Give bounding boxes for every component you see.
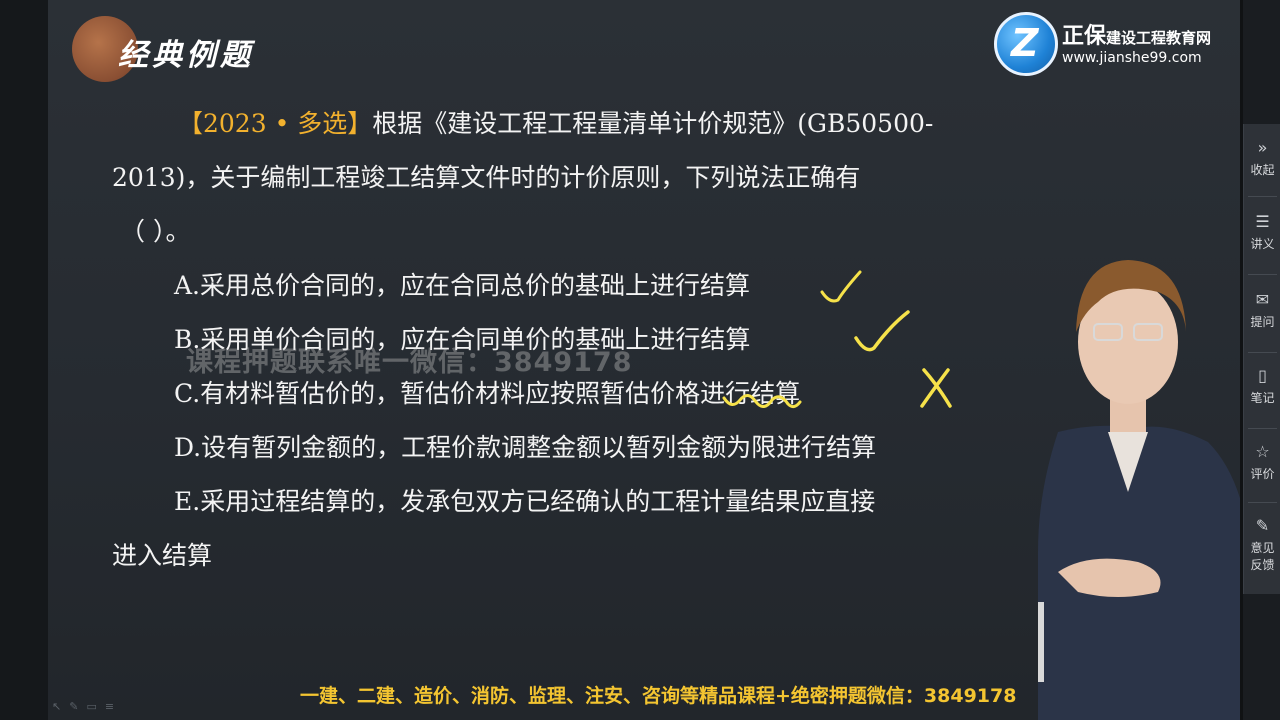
list-icon: ☰ (1255, 212, 1270, 231)
video-stage[interactable]: 经典例题 Z 正保建设工程教育网 www.jianshe99.com 【2023… (48, 0, 1240, 720)
underline-mark-c (722, 394, 802, 409)
check-mark-b (854, 310, 910, 352)
sidebar-label: 提问 (1250, 315, 1275, 329)
edit-icon: ✎ (1255, 516, 1270, 535)
sidebar-label: 讲义 (1250, 237, 1275, 251)
sidebar-item-notes[interactable]: ▯ 笔记 (1244, 366, 1280, 406)
sidebar-divider (1248, 196, 1277, 197)
sidebar-divider (1248, 274, 1277, 275)
sidebar-label: 评价 (1250, 467, 1275, 481)
sidebar-label: 意见 (1250, 541, 1275, 555)
menu-icon[interactable]: ≡ (105, 700, 114, 713)
check-mark-a (820, 270, 862, 303)
sidebar-divider (1248, 352, 1277, 353)
sidebar-label-line2: 反馈 (1250, 558, 1275, 572)
collapse-icon: » (1257, 138, 1268, 157)
notebook-icon: ▯ (1258, 366, 1267, 385)
sidebar-item-question[interactable]: ✉ 提问 (1244, 290, 1280, 330)
player-mini-toolbar[interactable]: ↖ ✎ ▭ ≡ (52, 700, 114, 713)
sidebar-item-feedback[interactable]: ✎ 意见 反馈 (1244, 516, 1280, 573)
sidebar-item-rating[interactable]: ☆ 评价 (1244, 442, 1280, 482)
sidebar-item-handout[interactable]: ☰ 讲义 (1244, 212, 1280, 252)
sidebar-divider (1248, 502, 1277, 503)
left-strip (0, 0, 48, 720)
cross-mark-c (920, 368, 952, 408)
eraser-icon[interactable]: ▭ (86, 700, 96, 713)
promo-banner: 一建、二建、造价、消防、监理、注安、咨询等精品课程+绝密押题微信：3849178 (300, 685, 1017, 707)
chat-icon: ✉ (1255, 290, 1270, 309)
sidebar-item-collapse[interactable]: » 收起 (1244, 138, 1280, 178)
pen-icon[interactable]: ✎ (69, 700, 78, 713)
watermark-text: 课程押题联系唯一微信：3849178 (186, 347, 633, 378)
pointer-icon[interactable]: ↖ (52, 700, 61, 713)
sidebar-label: 收起 (1250, 163, 1275, 177)
right-sidebar: » 收起 ☰ 讲义 ✉ 提问 ▯ 笔记 ☆ 评价 ✎ 意见 反馈 (1243, 124, 1280, 594)
star-icon: ☆ (1255, 442, 1270, 461)
sidebar-divider (1248, 428, 1277, 429)
sidebar-label: 笔记 (1250, 391, 1275, 405)
presenter-figure (1038, 260, 1240, 720)
